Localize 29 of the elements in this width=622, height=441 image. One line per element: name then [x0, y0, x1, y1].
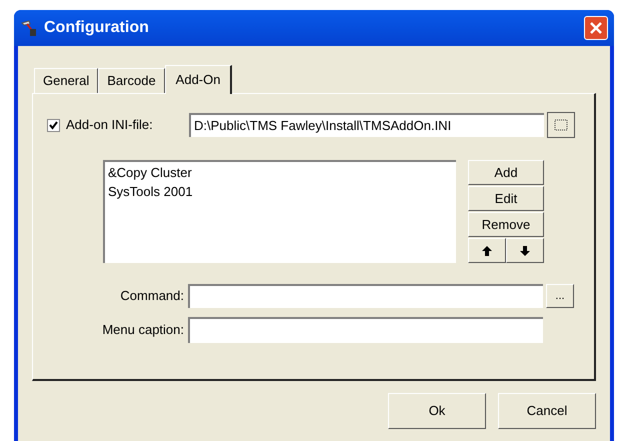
list-button[interactable]: Edit [468, 186, 544, 211]
hammer-icon [20, 19, 38, 37]
field-label: Command: [119, 287, 185, 306]
menu-caption-field[interactable] [188, 317, 543, 343]
move-up-button[interactable] [468, 238, 506, 263]
check-icon [49, 120, 58, 130]
checkbox[interactable] [47, 118, 60, 132]
browse-button[interactable]: ... [546, 284, 574, 308]
input-field[interactable]: D:\Public\TMS Fawley\Install\TMSAddOn.INI [189, 113, 544, 137]
command-field[interactable] [188, 284, 543, 308]
arrow-up-icon [481, 244, 493, 256]
arrow-down-icon [519, 244, 531, 256]
list-button[interactable]: Remove [468, 212, 544, 237]
close-icon [590, 22, 602, 34]
tab[interactable]: Barcode [98, 68, 165, 93]
field-label: Menu caption: [101, 321, 185, 340]
tab[interactable]: Add-On [164, 65, 232, 94]
dialog-button[interactable]: Cancel [498, 393, 596, 429]
close-button[interactable] [584, 16, 608, 40]
window-title: Configuration [44, 18, 150, 38]
list-item[interactable]: &Copy Cluster [108, 163, 456, 182]
list-button[interactable]: Add [468, 160, 544, 185]
add-on-list[interactable]: &Copy Cluster SysTools 2001 [103, 160, 456, 263]
move-down-button[interactable] [506, 238, 544, 263]
dialog-button[interactable]: Ok [388, 393, 486, 429]
browse-button[interactable] [547, 112, 575, 138]
tab[interactable]: General [34, 68, 98, 93]
list-item[interactable]: SysTools 2001 [108, 182, 456, 201]
field-label: Add-on INI-file: [66, 116, 154, 134]
